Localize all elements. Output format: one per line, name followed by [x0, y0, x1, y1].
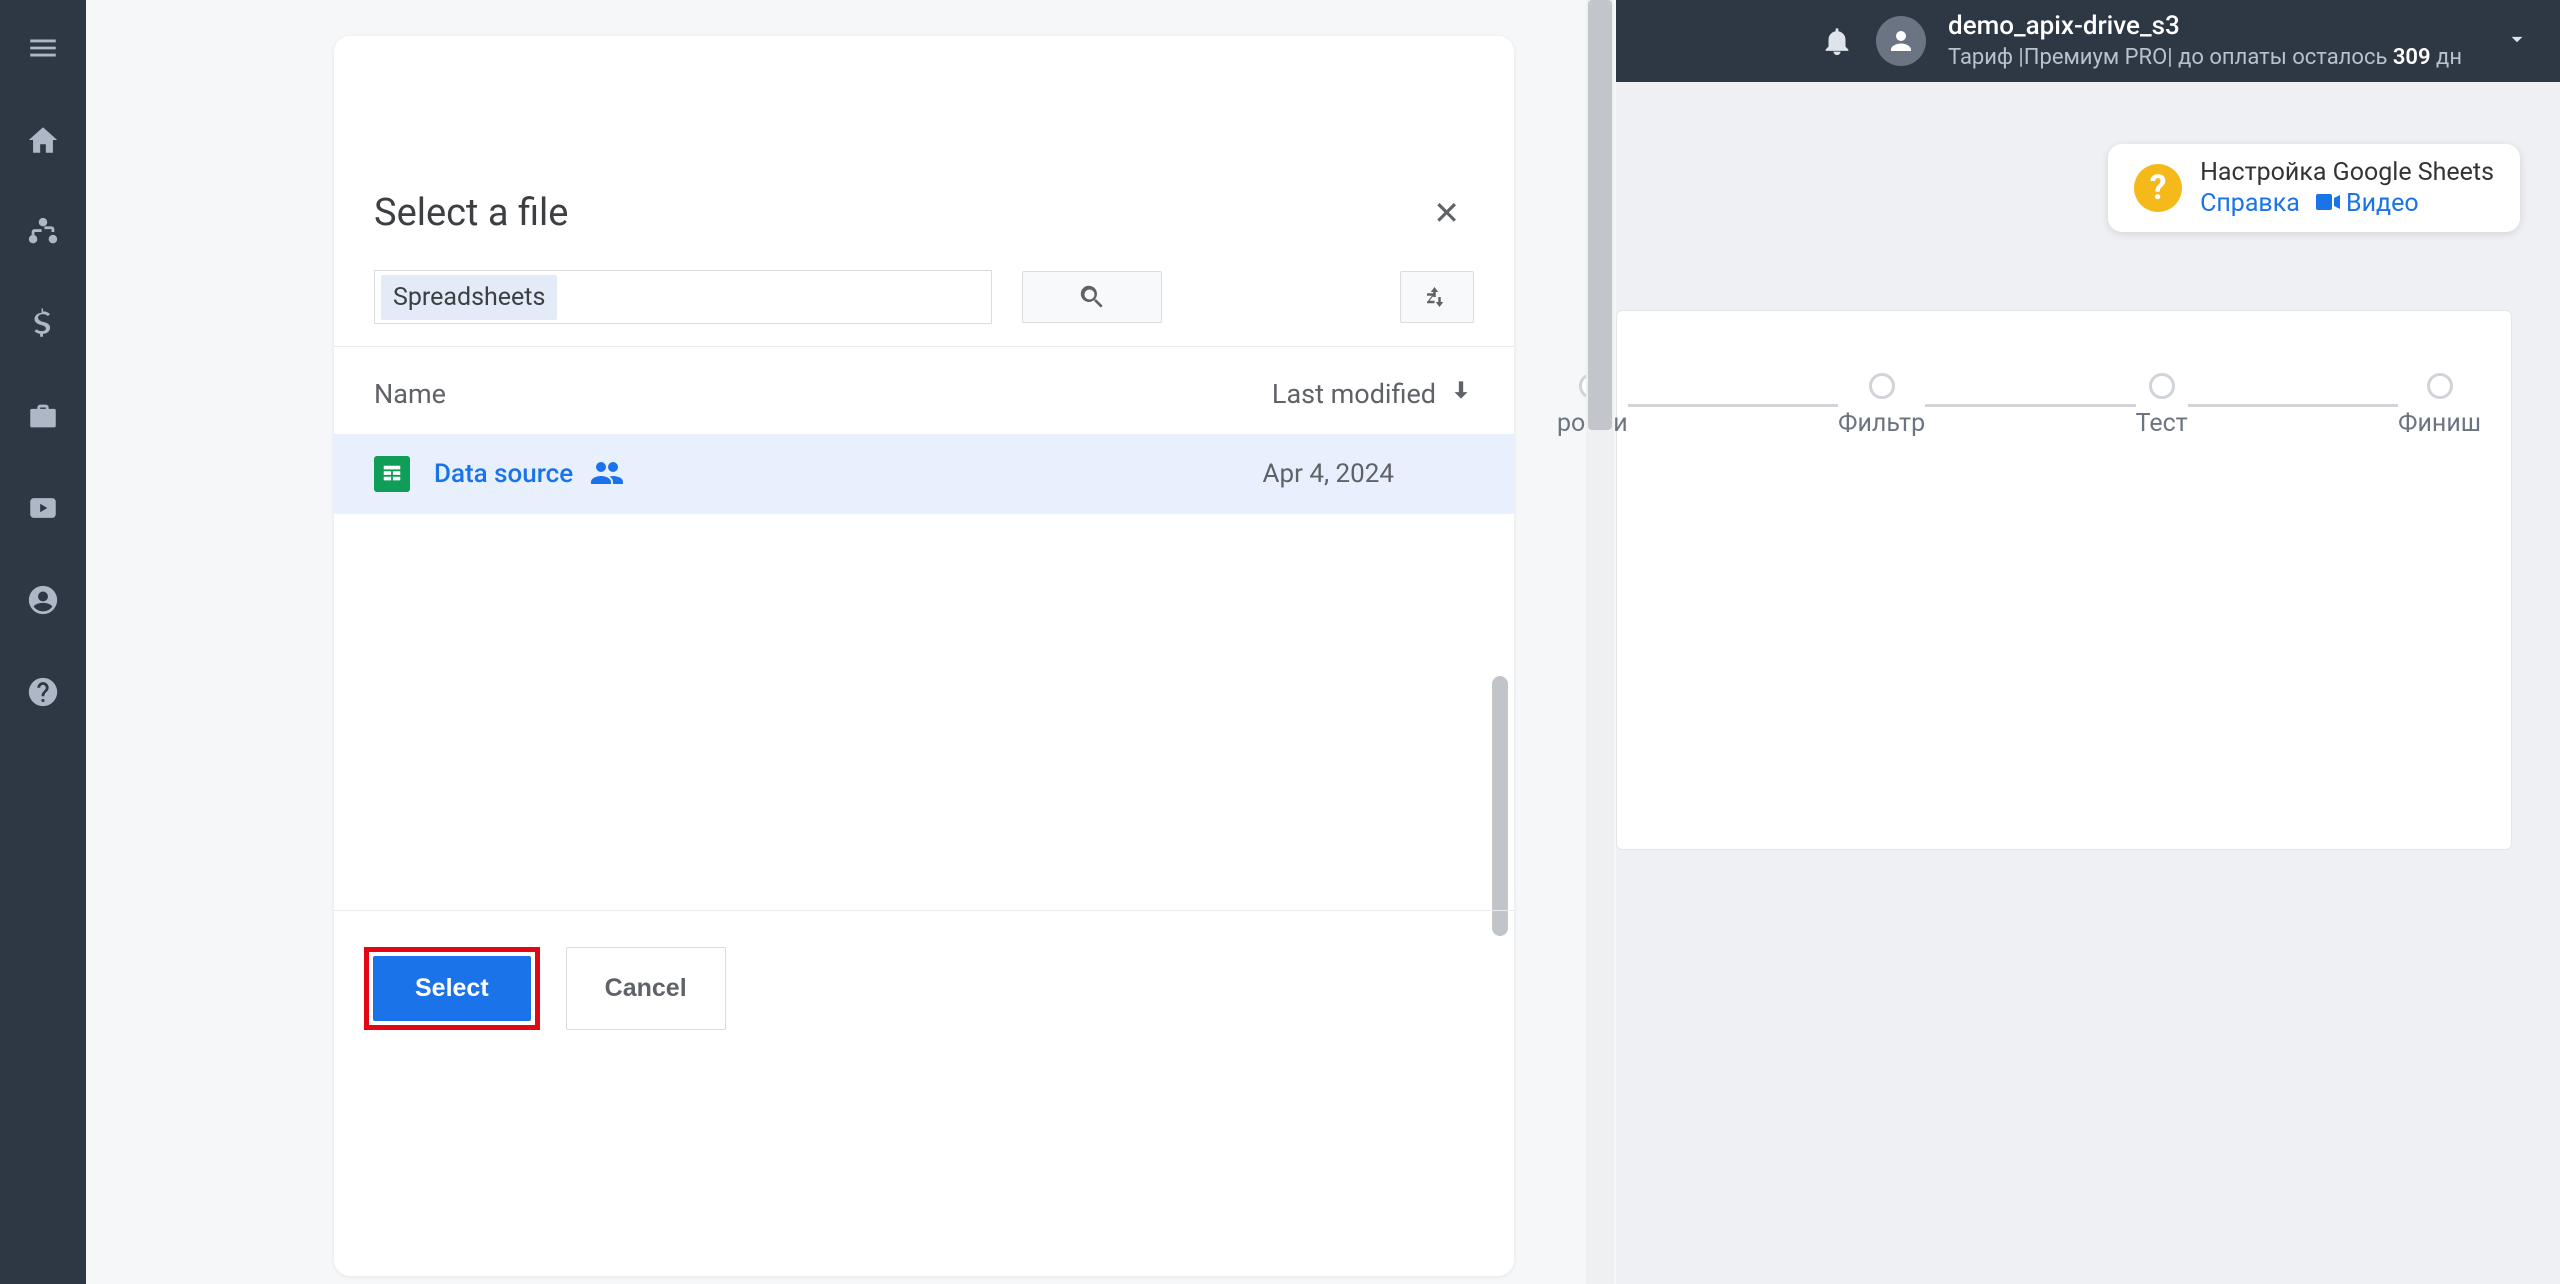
- briefcase-icon[interactable]: [23, 396, 63, 436]
- file-picker-dialog: Select a file ✕ Spreadsheets Name Last m…: [334, 36, 1514, 1276]
- step-label: Фильтр: [1838, 409, 1925, 438]
- user-block: demo_apix-drive_s3 Тариф |Премиум PRO| д…: [1820, 10, 2530, 72]
- help-texts: Настройка Google Sheets Справка Видео: [2200, 158, 2494, 218]
- help-link-video-text: Видео: [2346, 189, 2419, 218]
- file-modified-date: Apr 4, 2024: [1263, 459, 1474, 489]
- select-highlight: Select: [364, 947, 540, 1030]
- picker-title: Select a file: [374, 191, 568, 235]
- help-link-docs[interactable]: Справка: [2200, 189, 2300, 218]
- close-icon[interactable]: ✕: [1419, 186, 1474, 240]
- file-type-filter[interactable]: Spreadsheets: [374, 270, 992, 324]
- help-card: ? Настройка Google Sheets Справка Видео: [2108, 144, 2520, 232]
- tariff-line: Тариф |Премиум PRO| до оплаты осталось 3…: [1948, 44, 2462, 73]
- help-question-icon[interactable]: ?: [2134, 164, 2182, 212]
- hamburger-icon[interactable]: [23, 28, 63, 68]
- left-sidebar: [0, 0, 86, 1284]
- col-name[interactable]: Name: [374, 378, 1272, 410]
- page-scrollbar-thumb[interactable]: [1588, 0, 1612, 430]
- col-modified[interactable]: Last modified: [1272, 377, 1474, 410]
- help-title: Настройка Google Sheets: [2200, 158, 2494, 187]
- step-line: [2188, 404, 2398, 407]
- video-icon: [2316, 189, 2340, 207]
- help-icon[interactable]: [23, 672, 63, 712]
- picker-header: Select a file ✕: [334, 36, 1514, 270]
- list-header: Name Last modified: [334, 346, 1514, 434]
- picker-toolbar: Spreadsheets: [334, 270, 1514, 346]
- user-text: demo_apix-drive_s3 Тариф |Премиум PRO| д…: [1948, 10, 2462, 72]
- notifications-icon[interactable]: [1820, 24, 1854, 58]
- username: demo_apix-drive_s3: [1948, 10, 2462, 44]
- account-icon[interactable]: [23, 580, 63, 620]
- chevron-down-icon[interactable]: [2504, 26, 2530, 56]
- youtube-icon[interactable]: [23, 488, 63, 528]
- step-3: Тест: [2136, 373, 2188, 438]
- search-icon: [1077, 282, 1107, 312]
- tariff-suffix: дн: [2431, 45, 2462, 70]
- sort-alpha-icon: [1422, 282, 1452, 312]
- step-4: Финиш: [2398, 373, 2481, 438]
- help-links: Справка Видео: [2200, 189, 2494, 218]
- shared-icon: [591, 460, 623, 488]
- cancel-button[interactable]: Cancel: [566, 947, 726, 1030]
- tariff-days: 309: [2393, 45, 2431, 70]
- sort-arrow-down-icon: [1448, 377, 1474, 410]
- step-line: [1925, 404, 2135, 407]
- billing-icon[interactable]: [23, 304, 63, 344]
- step-dot[interactable]: [2427, 373, 2453, 399]
- file-type-icon: [374, 456, 410, 492]
- stepper: ройки Фильтр Тест Финиш: [1557, 373, 2481, 438]
- step-label: Финиш: [2398, 409, 2481, 438]
- help-link-video[interactable]: Видео: [2316, 189, 2419, 218]
- sort-options-button[interactable]: [1400, 271, 1474, 323]
- sheets-icon: [374, 456, 410, 492]
- tariff-prefix: Тариф |Премиум PRO| до оплаты осталось: [1948, 45, 2393, 70]
- file-name: Data source: [434, 459, 573, 489]
- step-dot[interactable]: [1869, 373, 1895, 399]
- step-2: Фильтр: [1838, 373, 1925, 438]
- col-modified-label: Last modified: [1272, 378, 1436, 410]
- filter-chip-label: Spreadsheets: [381, 275, 557, 320]
- select-button[interactable]: Select: [373, 956, 531, 1021]
- step-label: Тест: [2136, 409, 2188, 438]
- step-dot[interactable]: [2149, 373, 2175, 399]
- search-button[interactable]: [1022, 271, 1162, 323]
- picker-scrollbar[interactable]: [1492, 676, 1508, 936]
- step-line: [1628, 404, 1838, 407]
- stepper-card: ройки Фильтр Тест Финиш: [1616, 310, 2512, 850]
- avatar[interactable]: [1876, 16, 1926, 66]
- connections-icon[interactable]: [23, 212, 63, 252]
- home-icon[interactable]: [23, 120, 63, 160]
- file-row[interactable]: Data source Apr 4, 2024: [334, 434, 1514, 514]
- page-scrollbar-track[interactable]: [1586, 0, 1614, 1284]
- picker-footer: Select Cancel: [334, 910, 1514, 1066]
